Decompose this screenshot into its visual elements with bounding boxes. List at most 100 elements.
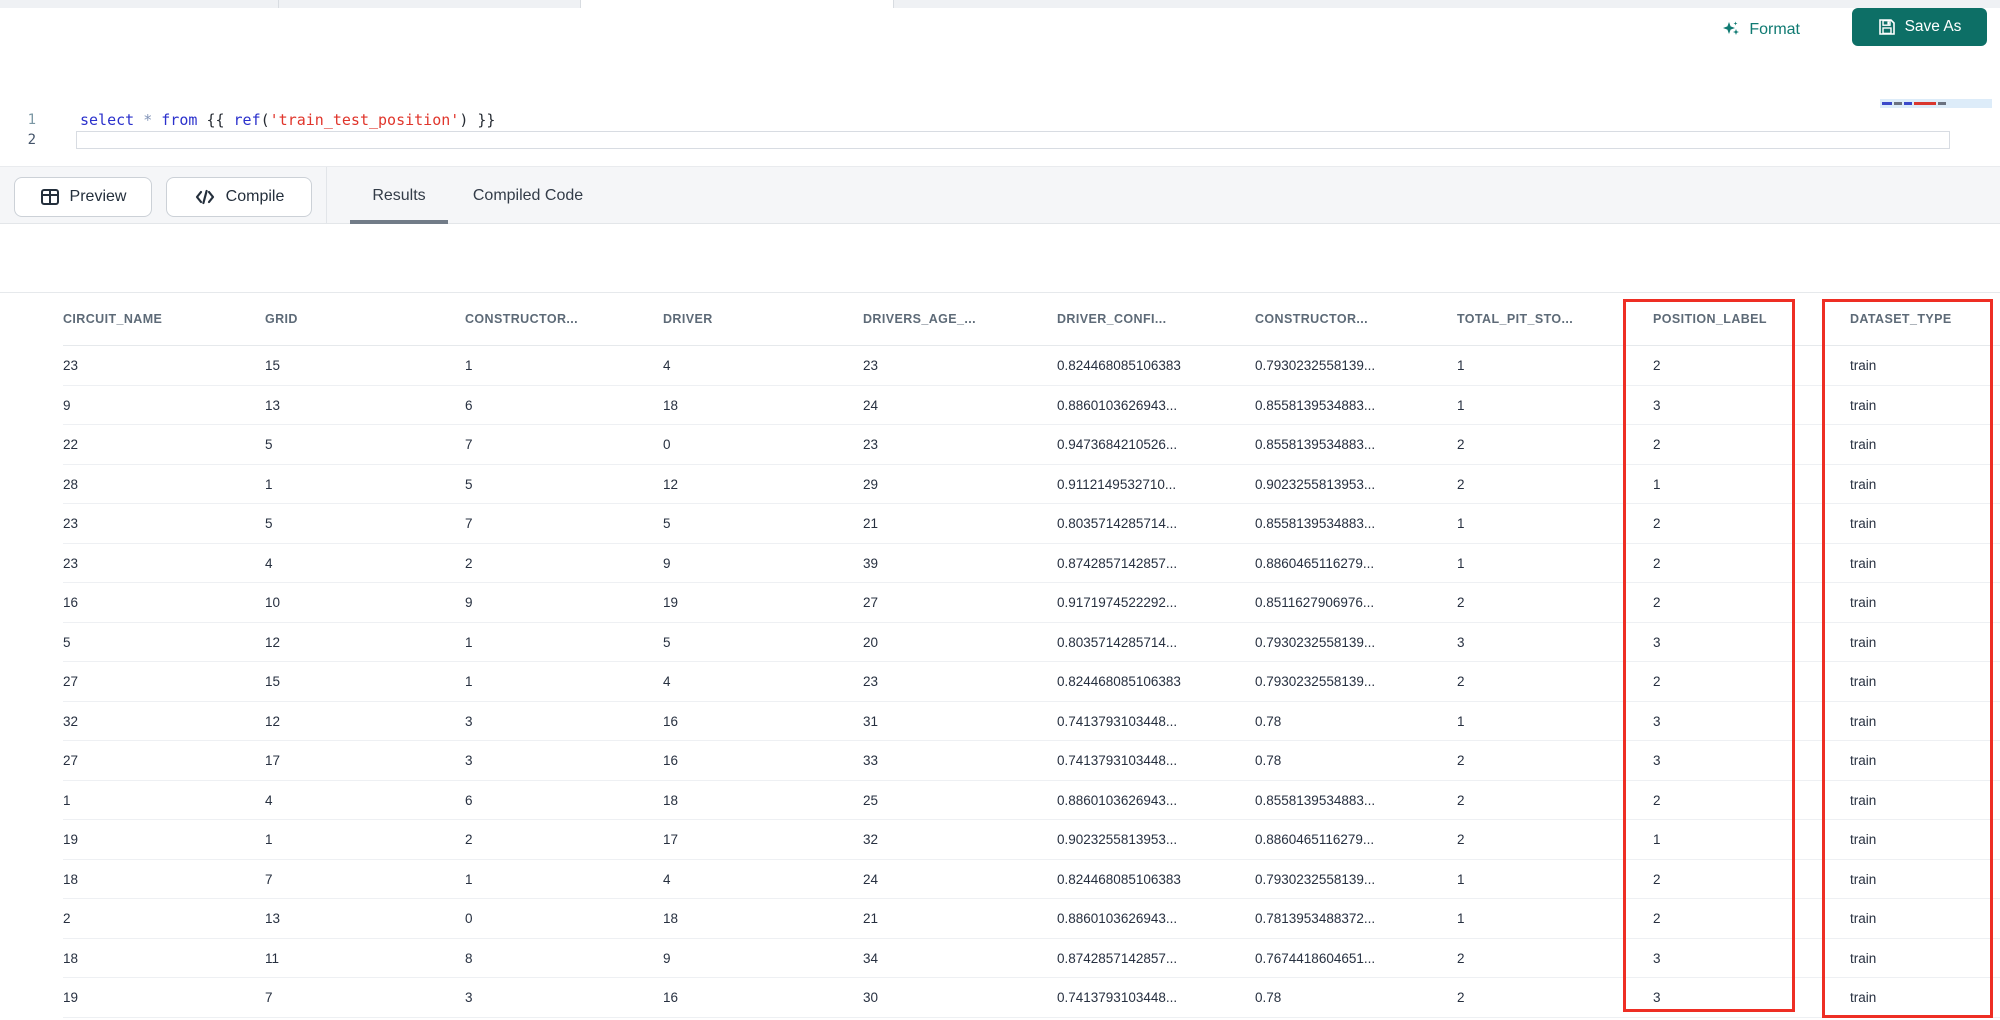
- table-cell: 0.824468085106383: [1057, 358, 1181, 373]
- table-cell: train: [1850, 358, 1877, 373]
- table-cell: 27: [63, 674, 79, 689]
- table-cell: 4: [265, 792, 273, 808]
- table-cell: 16: [663, 713, 679, 729]
- preview-button[interactable]: Preview: [14, 177, 152, 217]
- file-tab-active[interactable]: [581, 0, 893, 8]
- tab-compiled-code-label: Compiled Code: [472, 186, 584, 204]
- table-cell: 3: [1653, 634, 1661, 650]
- table-cell: 2: [465, 555, 473, 571]
- table-row: 22 5 7 0 23 0.9473684210526... 0.8558139534883…: [63, 425, 2000, 465]
- format-button[interactable]: Format: [1721, 17, 1800, 43]
- table-cell: 0.7413793103448...: [1057, 990, 1178, 1005]
- compile-button[interactable]: Compile: [166, 177, 312, 217]
- code-token: {{: [206, 111, 225, 129]
- table-cell: 2: [1457, 476, 1465, 492]
- table-cell: 10: [265, 595, 281, 610]
- table-cell: train: [1850, 753, 1877, 768]
- table-cell: 15: [265, 674, 281, 689]
- format-label: Format: [1749, 21, 1800, 38]
- table-cell: 4: [663, 358, 671, 373]
- code-token: *: [143, 111, 153, 129]
- table-cell: 1: [63, 792, 71, 808]
- results-status-row: Results limited to 500 rows. ? Download …: [0, 230, 2000, 505]
- table-cell: 21: [863, 516, 879, 531]
- table-cell: 5: [63, 634, 71, 650]
- table-cell: 0.7413793103448...: [1057, 713, 1178, 729]
- table-cell: 4: [663, 871, 671, 887]
- table-cell: 20: [863, 634, 879, 650]
- table-cell: 9: [465, 595, 473, 610]
- table-cell: 1: [1457, 871, 1465, 887]
- table-cell: 18: [663, 792, 679, 808]
- table-cell: 0.8860103626943...: [1057, 911, 1178, 926]
- table-cell: 0.8860465116279...: [1255, 832, 1375, 847]
- column-header: CONSTRUCTOR...: [1255, 312, 1369, 326]
- table-cell: 27: [63, 753, 79, 768]
- table-cell: 3: [465, 753, 473, 768]
- table-cell: train: [1850, 792, 1877, 808]
- table-cell: 15: [265, 358, 281, 373]
- active-tab-underline: [350, 220, 448, 224]
- table-cell: 2: [1653, 555, 1661, 571]
- table-cell: 27: [863, 595, 879, 610]
- column-header: POSITION_LABEL: [1653, 312, 1767, 326]
- table-cell: 3: [1653, 397, 1661, 413]
- table-cell: 0.9171974522292...: [1057, 595, 1178, 610]
- tab-compiled-code[interactable]: Compiled Code: [458, 167, 598, 224]
- table-cell: 13: [265, 911, 281, 926]
- table-cell: 0.8860103626943...: [1057, 397, 1178, 413]
- table-cell: 39: [863, 555, 879, 571]
- toolbar-divider: [326, 167, 327, 224]
- table-row: 27 15 1 4 23 0.824468085106383 0.7930232558139…: [63, 662, 2000, 702]
- table-cell: 0.7930232558139...: [1255, 674, 1376, 689]
- column-header: DATASET_TYPE: [1850, 312, 1952, 326]
- table-cell: 2: [1457, 990, 1465, 1005]
- table-cell: 17: [265, 753, 281, 768]
- current-line-highlight: [76, 131, 1950, 149]
- minimap-mark: [1894, 102, 1902, 105]
- table-row: 23 15 1 4 23 0.824468085106383 0.7930232558139…: [63, 346, 2000, 386]
- table-cell: train: [1850, 832, 1877, 847]
- sql-code-editor[interactable]: 1 2 select * from {{ ref('train_test_pos…: [0, 50, 2000, 166]
- table-cell: 18: [63, 871, 79, 887]
- column-header: GRID: [265, 312, 298, 326]
- table-cell: 12: [663, 476, 679, 492]
- table-cell: 0.8558139534883...: [1255, 792, 1376, 808]
- table-cell: train: [1850, 950, 1877, 966]
- table-cell: 2: [1457, 437, 1465, 452]
- file-tab[interactable]: [279, 0, 580, 8]
- table-row: 32 12 3 16 31 0.7413793103448... 0.78 1 3 train: [63, 701, 2000, 741]
- code-token: (: [260, 111, 270, 129]
- table-cell: 24: [863, 871, 879, 887]
- table-row: 27 17 3 16 33 0.7413793103448... 0.78 2 3 train: [63, 741, 2000, 781]
- table-cell: 16: [663, 990, 679, 1005]
- table-cell: 12: [265, 713, 281, 729]
- table-cell: 5: [265, 437, 273, 452]
- table-cell: 0.824468085106383: [1057, 871, 1181, 887]
- table-cell: 5: [663, 634, 671, 650]
- tab-results[interactable]: Results: [350, 167, 448, 224]
- table-cell: train: [1850, 476, 1877, 492]
- table-cell: 33: [863, 753, 879, 768]
- table-cell: 1: [265, 476, 273, 492]
- table-cell: 1: [1457, 516, 1465, 531]
- editor-minimap[interactable]: [1880, 99, 1992, 108]
- table-cell: 2: [1457, 792, 1465, 808]
- table-cell: 1: [1653, 476, 1661, 492]
- table-cell: 1: [1457, 358, 1465, 373]
- table-cell: 1: [465, 634, 473, 650]
- code-token: }}: [477, 111, 496, 129]
- file-tab[interactable]: [0, 0, 278, 8]
- editor-topbar: Format Save As: [0, 8, 2000, 50]
- table-cell: 0.8860103626943...: [1057, 792, 1178, 808]
- table-cell: 0.8742857142857...: [1057, 555, 1178, 571]
- table-cell: 2: [1457, 753, 1465, 768]
- table-cell: 0.9112149532710...: [1057, 476, 1177, 492]
- table-cell: 28: [63, 476, 79, 492]
- table-cell: 23: [863, 437, 879, 452]
- table-cell: 0: [663, 437, 671, 452]
- table-cell: 2: [465, 832, 473, 847]
- save-as-button[interactable]: Save As: [1852, 8, 1987, 46]
